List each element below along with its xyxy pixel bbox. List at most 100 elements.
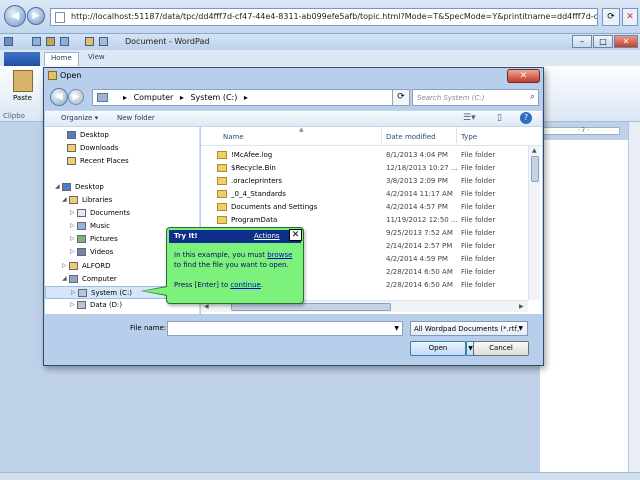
expand-icon[interactable]: ◢ xyxy=(62,196,67,203)
collapse-icon[interactable]: ▷ xyxy=(62,262,67,269)
nav-label: Pictures xyxy=(90,235,118,243)
file-date: 2/14/2014 2:57 PM xyxy=(386,242,453,250)
tab-home[interactable]: Home xyxy=(44,52,79,66)
document-scrollbar[interactable] xyxy=(628,122,640,472)
file-type: File folder xyxy=(461,151,496,159)
browse-link[interactable]: browse xyxy=(267,251,292,259)
undo-quick-icon[interactable] xyxy=(46,37,55,46)
back-icon[interactable]: ◀ xyxy=(50,88,68,106)
nav-item-desktop-fav[interactable]: Desktop xyxy=(45,129,199,142)
breadcrumb[interactable]: ▸ Computer ▸ System (C:) ▸ xyxy=(92,89,398,106)
redo-quick-icon[interactable] xyxy=(60,37,69,46)
breadcrumb-computer[interactable]: Computer xyxy=(134,93,174,102)
scroll-thumb[interactable] xyxy=(531,156,539,182)
help-icon[interactable]: ? xyxy=(520,112,532,124)
close-wordpad-button[interactable]: ✕ xyxy=(614,35,638,48)
chevron-right-icon[interactable]: ▸ xyxy=(123,93,127,102)
nav-item-libraries[interactable]: ◢ Libraries xyxy=(45,194,199,207)
save-quick-icon[interactable] xyxy=(32,37,41,46)
callout-text: to find the file you want to open. xyxy=(174,261,289,269)
preview-pane-icon[interactable]: ▯ xyxy=(497,113,502,123)
recent-places-icon xyxy=(67,157,76,165)
file-row[interactable]: $Recycle.Bin 12/18/2013 10:27 ... File fol… xyxy=(201,162,531,175)
file-row[interactable]: .oracleprinters 3/8/2013 2:09 PM File fold… xyxy=(201,175,531,188)
column-type[interactable]: Type xyxy=(461,133,477,141)
file-row[interactable]: ProgramData 11/19/2012 12:50 ... File fold… xyxy=(201,214,531,227)
file-list-vertical-scrollbar[interactable]: ▲ xyxy=(528,146,540,300)
file-date: 2/28/2014 6:50 AM xyxy=(386,268,453,276)
column-headers: ▲ Name Date modified Type xyxy=(201,127,542,146)
chevron-down-icon[interactable]: ▼ xyxy=(394,325,399,332)
file-type: File folder xyxy=(461,255,496,263)
column-divider[interactable] xyxy=(381,127,382,146)
collapse-icon[interactable]: ▷ xyxy=(70,209,75,216)
breadcrumb-system-c[interactable]: System (C:) xyxy=(190,93,237,102)
open-button[interactable]: Open xyxy=(410,341,466,356)
browser-toolbar: ◀ ▶ http://localhost:51187/data/tpc/dd4f… xyxy=(0,0,640,34)
search-input[interactable]: Search System (C:) ⌕ xyxy=(412,89,539,106)
file-name: $Recycle.Bin xyxy=(231,164,276,172)
expand-icon[interactable]: ◢ xyxy=(55,183,60,190)
collapse-icon[interactable]: ▷ xyxy=(70,235,75,242)
file-name: .oracleprinters xyxy=(231,177,283,185)
search-icon[interactable]: ⌕ xyxy=(530,92,535,102)
expand-icon[interactable]: ◢ xyxy=(62,275,67,282)
wordpad-title: Document - WordPad xyxy=(125,37,210,46)
chevron-right-icon[interactable]: ▸ xyxy=(180,93,184,102)
close-icon[interactable]: ✕ xyxy=(289,229,302,241)
paste-label[interactable]: Paste xyxy=(13,94,32,102)
open-quick-icon[interactable] xyxy=(85,37,94,46)
address-bar[interactable]: http://localhost:51187/data/tpc/dd4fff7d… xyxy=(50,8,598,26)
folder-icon xyxy=(217,203,227,211)
filename-input[interactable]: ▼ xyxy=(167,321,403,336)
file-date: 8/1/2013 4:04 PM xyxy=(386,151,448,159)
collapse-icon[interactable]: ▷ xyxy=(71,289,76,296)
callout-pointer-fill xyxy=(143,287,167,295)
column-divider[interactable] xyxy=(456,127,457,146)
maximize-button[interactable]: □ xyxy=(593,35,613,48)
browser-stop-button[interactable]: ✕ xyxy=(622,8,638,26)
forward-icon[interactable]: ▶ xyxy=(68,89,84,105)
callout-actions-link[interactable]: Actions xyxy=(254,232,280,240)
column-date-modified[interactable]: Date modified xyxy=(386,133,436,141)
browser-back-button[interactable]: ◀ xyxy=(4,5,26,27)
dialog-close-button[interactable]: ✕ xyxy=(507,69,540,83)
file-menu-button[interactable] xyxy=(4,52,40,66)
chevron-down-icon[interactable]: ▼ xyxy=(518,325,523,332)
tab-view[interactable]: View xyxy=(88,53,105,61)
documents-icon xyxy=(77,209,86,217)
collapse-icon[interactable]: ▷ xyxy=(70,248,75,255)
browser-refresh-button[interactable]: ⟳ xyxy=(602,8,620,26)
print-quick-icon[interactable] xyxy=(99,37,108,46)
continue-link[interactable]: continue xyxy=(230,281,260,289)
file-name: ProgramData xyxy=(231,216,278,224)
file-row[interactable]: Documents and Settings 4/2/2014 4:57 PM Fi… xyxy=(201,201,531,214)
ribbon-tabs: Home View xyxy=(0,50,640,66)
chevron-right-icon[interactable]: ▸ xyxy=(244,93,248,102)
file-date: 4/2/2014 4:59 PM xyxy=(386,255,448,263)
file-row[interactable]: !McAfee.log 8/1/2013 4:04 PM File folder xyxy=(201,149,531,162)
view-options-icon[interactable]: ☰▾ xyxy=(463,113,476,123)
organize-button[interactable]: Organize ▾ xyxy=(61,114,98,122)
nav-item-recent-places[interactable]: Recent Places xyxy=(45,155,199,168)
file-type: File folder xyxy=(461,268,496,276)
refresh-icon[interactable]: ⟳ xyxy=(392,89,410,106)
collapse-icon[interactable]: ▷ xyxy=(70,301,75,308)
horizontal-scroll-thumb[interactable] xyxy=(231,303,391,311)
nav-item-downloads[interactable]: Downloads xyxy=(45,142,199,155)
column-name[interactable]: Name xyxy=(223,133,244,141)
filetype-select[interactable]: All Wordpad Documents (*.rtf, ▼ xyxy=(410,321,528,336)
file-row[interactable]: _0_4_Standards 4/2/2014 11:17 AM File fold… xyxy=(201,188,531,201)
scroll-left-icon[interactable]: ◀ xyxy=(204,303,209,310)
paste-icon[interactable] xyxy=(13,70,33,92)
minimize-button[interactable]: – xyxy=(572,35,592,48)
browser-forward-button[interactable]: ▶ xyxy=(27,7,45,25)
document-page[interactable] xyxy=(540,140,628,472)
scroll-up-icon[interactable]: ▲ xyxy=(532,147,537,154)
new-folder-button[interactable]: New folder xyxy=(117,114,155,122)
collapse-icon[interactable]: ▷ xyxy=(70,222,75,229)
nav-item-desktop[interactable]: ◢ Desktop xyxy=(45,181,199,194)
cancel-button[interactable]: Cancel xyxy=(473,341,529,356)
scroll-right-icon[interactable]: ▶ xyxy=(519,303,524,310)
nav-item-documents[interactable]: ▷ Documents xyxy=(45,207,199,220)
